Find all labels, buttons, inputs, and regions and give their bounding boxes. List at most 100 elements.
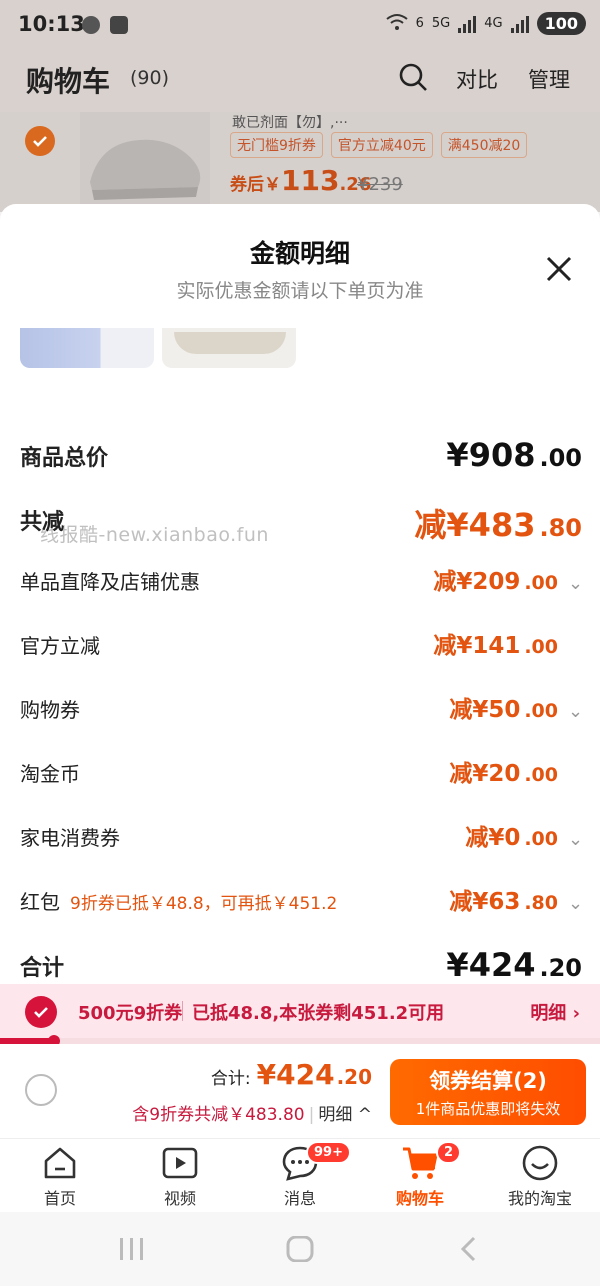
row-total-price: 商品总价 ¥908.00: [20, 436, 582, 474]
checkout-detail-toggle[interactable]: 明细 ^: [318, 1105, 372, 1125]
product-tag: 无门槛9折券: [230, 132, 323, 158]
home-icon: [40, 1143, 80, 1183]
chevron-down-icon[interactable]: ⌄: [568, 573, 583, 594]
amount-dec: .80: [524, 892, 558, 914]
row-amount: 减¥209.00 ⌄: [433, 562, 583, 596]
wifi-icon: [385, 13, 408, 35]
status-time: 10:13: [18, 12, 85, 36]
amount-int: ¥908: [446, 436, 536, 474]
item-checkbox[interactable]: [25, 126, 55, 156]
row-amount: 减¥141.00: [433, 626, 582, 660]
coupon-checkbox[interactable]: [25, 996, 57, 1028]
compare-button[interactable]: 对比: [456, 64, 498, 94]
product-thumbnail[interactable]: [162, 328, 296, 368]
bottom-tab-bar: 首页 视频 99+ 消息 2 购物车 我的淘宝: [0, 1138, 600, 1212]
row-taojinbi: 淘金币 减¥20.00: [20, 754, 582, 790]
system-navigation-bar: [0, 1212, 600, 1286]
product-tag: 满450减20: [440, 132, 528, 158]
select-all-checkbox[interactable]: [25, 1074, 57, 1106]
tab-video[interactable]: 视频: [120, 1143, 240, 1209]
after-coupon-label: 券后￥: [230, 175, 281, 195]
amount-int: 减¥209: [433, 569, 521, 595]
network-5g-label: 5G: [431, 16, 451, 31]
after-coupon-price: 券后￥113.26: [230, 164, 371, 197]
network-6-label: 6: [415, 16, 424, 31]
amount-int: 减¥0: [465, 825, 521, 851]
amount-int: 减¥20: [449, 761, 521, 787]
after-coupon-price-int: 113: [281, 164, 340, 197]
back-icon[interactable]: [458, 1236, 480, 1266]
checkout-total: 合计: ¥424 .20: [211, 1058, 372, 1091]
row-label: 红包 9折券已抵￥48.8，可再抵￥451.2: [20, 886, 337, 915]
amount-int: 减¥63: [449, 889, 521, 915]
coupon-banner[interactable]: 500元9折券 已抵48.8,本张券剩451.2可用 明细 ›: [0, 984, 600, 1038]
row-label: 商品总价: [20, 446, 109, 471]
amount-dec: .00: [524, 828, 558, 850]
row-grand-total: 合计 ¥424.20: [20, 946, 582, 984]
checkout-button-sublabel: 1件商品优惠即将失效: [415, 1100, 561, 1118]
status-icons: 6 5G 4G 100: [385, 12, 586, 35]
cart-item-background: 敢已剂面【勿】,··· 无门槛9折券 官方立减40元 满450减20 券后￥11…: [0, 112, 600, 212]
row-red-packet[interactable]: 红包 9折券已抵￥48.8，可再抵￥451.2 减¥63.80 ⌄: [20, 882, 583, 918]
amount-dec: .00: [524, 636, 558, 658]
coupon-detail-link[interactable]: 明细 ›: [530, 999, 580, 1025]
amount-dec: .00: [524, 764, 558, 786]
checkout-button[interactable]: 领券结算(2) 1件商品优惠即将失效: [390, 1059, 586, 1125]
amount-int: 减¥483: [414, 506, 536, 544]
row-label: 淘金币: [20, 762, 80, 786]
product-thumbnail[interactable]: [20, 328, 154, 368]
close-icon[interactable]: [542, 252, 576, 286]
product-tag: 官方立减40元: [330, 132, 433, 158]
coupon-divider: [182, 1001, 183, 1021]
product-thumbnails: [20, 328, 296, 368]
row-shopping-voucher[interactable]: 购物券 减¥50.00 ⌄: [20, 690, 583, 726]
amount-dec: .00: [524, 700, 558, 722]
chevron-down-icon[interactable]: ⌄: [568, 829, 583, 850]
signal-icon-2: [510, 15, 529, 33]
product-tags: 无门槛9折券 官方立减40元 满450减20: [230, 132, 528, 158]
chevron-down-icon[interactable]: ⌄: [568, 893, 583, 914]
product-image[interactable]: [80, 112, 210, 212]
product-title-fragment: 敢已剂面【勿】,···: [232, 115, 348, 131]
tab-my-taobao[interactable]: 我的淘宝: [480, 1143, 600, 1209]
row-amount: 减¥63.80 ⌄: [449, 882, 583, 916]
amount-int: 减¥50: [449, 697, 521, 723]
row-label: 官方立减: [20, 634, 100, 658]
chevron-down-icon[interactable]: ⌄: [568, 701, 583, 722]
amount-dec: .80: [539, 514, 582, 542]
search-icon[interactable]: [398, 62, 428, 92]
amount-int: 减¥141: [433, 633, 521, 659]
status-bar: 10:13 6 5G 4G 100: [0, 0, 600, 52]
signal-icon: [458, 15, 477, 33]
tab-messages[interactable]: 99+ 消息: [240, 1141, 360, 1209]
wechat-icon: [82, 16, 100, 34]
checkout-total-int: ¥424: [256, 1058, 335, 1091]
tab-label: 首页: [43, 1189, 76, 1208]
message-badge: 99+: [306, 1141, 351, 1164]
row-label: 家电消费券: [20, 826, 120, 850]
row-amount: 减¥20.00: [449, 754, 582, 788]
battery-indicator: 100: [536, 12, 586, 35]
coupon-name: 500元9折券: [78, 1003, 183, 1024]
row-label: 合计: [20, 956, 65, 981]
saving-text: 含9折券共减￥483.80: [132, 1105, 305, 1125]
tab-label: 消息: [283, 1189, 316, 1208]
red-packet-label: 红包: [20, 890, 60, 914]
home-nav-icon[interactable]: [286, 1235, 314, 1266]
top-area: 10:13 6 5G 4G 100 购物车 (90) 对比 管理: [0, 0, 600, 112]
manage-button[interactable]: 管理: [528, 64, 570, 94]
amount-dec: .00: [539, 444, 582, 472]
row-appliance-voucher[interactable]: 家电消费券 减¥0.00 ⌄: [20, 818, 583, 854]
checkout-button-label: 领券结算(2): [429, 1069, 547, 1093]
red-packet-hint: 9折券已抵￥48.8，可再抵￥451.2: [70, 894, 338, 914]
cart-header: 购物车 (90) 对比 管理: [0, 52, 600, 112]
tab-home[interactable]: 首页: [0, 1143, 120, 1209]
row-store-discount[interactable]: 单品直降及店铺优惠 减¥209.00 ⌄: [20, 562, 583, 598]
amount-int: ¥424: [446, 946, 536, 984]
recents-icon[interactable]: [118, 1236, 146, 1266]
tab-cart[interactable]: 2 购物车: [360, 1141, 480, 1209]
checkout-saving: 含9折券共减￥483.80 | 明细 ^: [132, 1105, 372, 1125]
row-label: 购物券: [20, 698, 80, 722]
sheet-title: 金额明细: [249, 239, 350, 268]
row-label: 单品直降及店铺优惠: [20, 570, 200, 594]
